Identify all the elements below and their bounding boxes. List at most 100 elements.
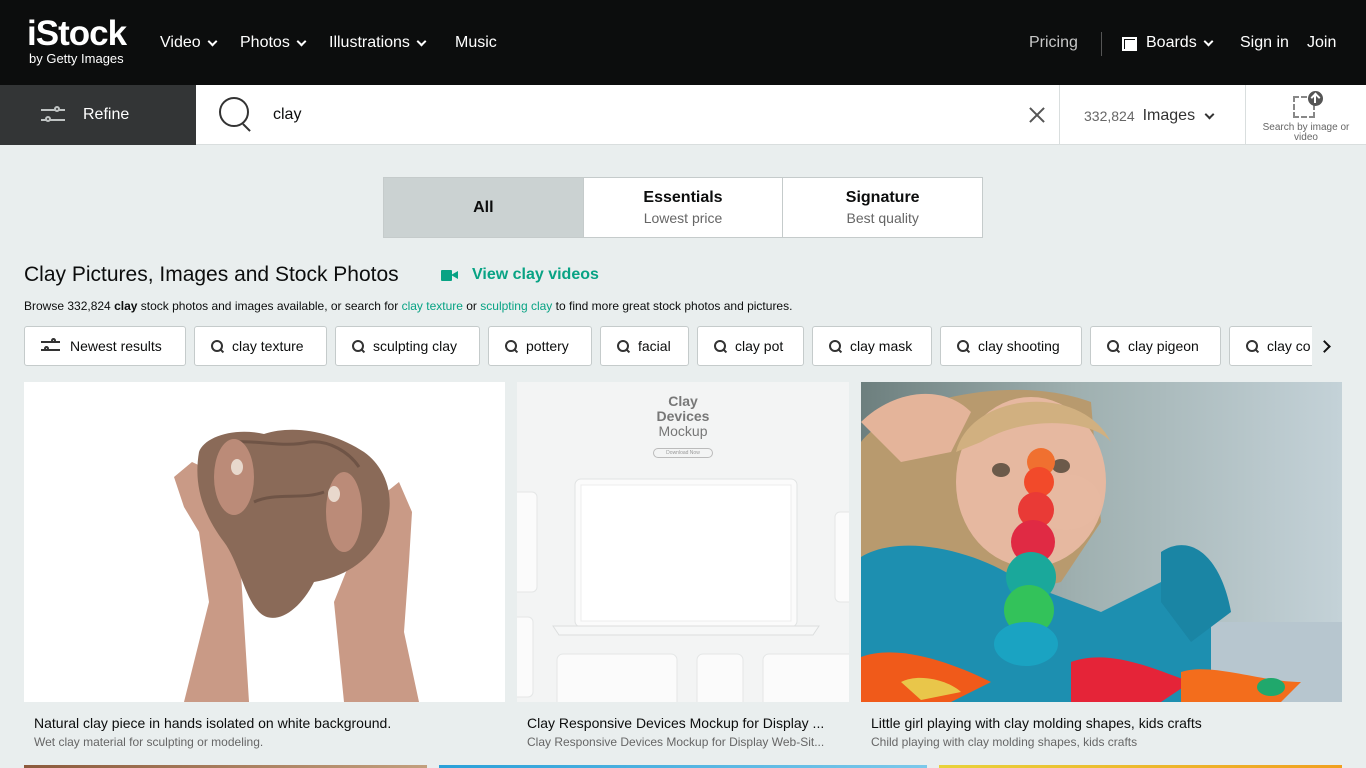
- browse-prefix: Browse 332,824: [24, 299, 115, 313]
- sort-newest-chip[interactable]: Newest results: [24, 326, 186, 366]
- media-type-label: Images: [1142, 107, 1196, 124]
- chevron-down-icon: [296, 36, 307, 46]
- search-by-image-button[interactable]: Search by image or video: [1252, 91, 1360, 143]
- search-icon: [352, 340, 364, 352]
- license-tabs: All Essentials Lowest price Signature Be…: [383, 177, 983, 238]
- result-title: Little girl playing with clay molding sh…: [871, 715, 1202, 731]
- boards-icon: [1122, 36, 1137, 51]
- chevron-right-icon[interactable]: [1318, 339, 1332, 353]
- result-card[interactable]: Natural clay piece in hands isolated on …: [24, 382, 505, 762]
- girl-playing-illustration: [861, 389, 1342, 702]
- sign-in-link[interactable]: Sign in: [1240, 34, 1289, 52]
- chip-clay-shooting[interactable]: clay shooting: [940, 326, 1082, 366]
- devices-illustration: [517, 478, 849, 702]
- tab-signature[interactable]: Signature Best quality: [783, 178, 982, 237]
- result-image-girl-playing[interactable]: [861, 382, 1342, 702]
- search-bar: Refine 332,824 Images Search by image or…: [0, 85, 1366, 145]
- nav-music[interactable]: Music: [455, 34, 497, 52]
- image-upload-icon: [1291, 91, 1323, 119]
- search-icon: [505, 340, 517, 352]
- tab-title: Signature: [845, 189, 920, 206]
- tab-essentials[interactable]: Essentials Lowest price: [584, 178, 784, 237]
- chip-clay-mask[interactable]: clay mask: [812, 326, 932, 366]
- chip-pottery[interactable]: pottery: [488, 326, 592, 366]
- browse-suffix: to find more great stock photos and pict…: [552, 299, 793, 313]
- tab-title: Essentials: [643, 189, 723, 206]
- result-subtitle: Child playing with clay molding shapes, …: [871, 735, 1138, 749]
- refine-button[interactable]: Refine: [0, 85, 196, 145]
- browse-keyword: clay: [114, 299, 138, 313]
- chip-sculpting-clay[interactable]: sculpting clay: [335, 326, 480, 366]
- chip-label: clay pot: [735, 338, 784, 354]
- result-image-devices-mockup[interactable]: Clay Devices Mockup Download Now: [517, 382, 849, 702]
- filter-icon: [41, 338, 60, 353]
- result-image-clay-hands[interactable]: [24, 382, 505, 702]
- result-subtitle: Wet clay material for sculpting or model…: [34, 735, 264, 749]
- search-icon: [1107, 340, 1119, 352]
- tab-all[interactable]: All: [384, 178, 584, 237]
- istock-logo[interactable]: iStock by Getty Images: [27, 14, 127, 66]
- nav-photos[interactable]: Photos: [240, 34, 307, 52]
- video-camera-icon: [441, 269, 458, 281]
- nav-illustrations-label: Illustrations: [329, 34, 410, 51]
- search-icon: [211, 340, 223, 352]
- nav-divider: [1101, 32, 1102, 56]
- nav-illustrations[interactable]: Illustrations: [329, 34, 427, 52]
- result-card[interactable]: Little girl playing with clay molding sh…: [861, 382, 1342, 762]
- join-link[interactable]: Join: [1307, 34, 1336, 52]
- chevron-down-icon: [416, 36, 427, 46]
- sculpting-clay-link[interactable]: sculpting clay: [480, 299, 552, 313]
- nav-pricing[interactable]: Pricing: [1029, 34, 1078, 52]
- chip-facial[interactable]: facial: [600, 326, 689, 366]
- chevron-down-icon: [1203, 36, 1214, 46]
- sliders-icon: [41, 106, 65, 124]
- search-icon: [617, 340, 629, 352]
- search-by-image-label: Search by image or video: [1262, 122, 1350, 143]
- tab-title: All: [473, 198, 494, 216]
- result-subtitle: Clay Responsive Devices Mockup for Displ…: [527, 735, 825, 749]
- chip-clay-pigeon[interactable]: clay pigeon: [1090, 326, 1221, 366]
- search-icon: [714, 340, 726, 352]
- top-navigation: iStock by Getty Images Video Photos Illu…: [0, 0, 1366, 85]
- chip-label: sculpting clay: [373, 338, 458, 354]
- chip-label: Newest results: [70, 338, 162, 354]
- nav-video[interactable]: Video: [160, 34, 218, 52]
- related-searches: Newest results clay texture sculpting cl…: [24, 326, 1312, 366]
- tab-subtitle: Lowest price: [643, 210, 723, 226]
- chip-label: clay pigeon: [1128, 338, 1199, 354]
- chip-clay-pot[interactable]: clay pot: [697, 326, 804, 366]
- clay-hands-illustration: [174, 429, 419, 702]
- browse-text: or: [462, 299, 481, 313]
- result-count: 332,824: [1084, 108, 1135, 124]
- refine-label: Refine: [83, 106, 130, 123]
- view-videos-link[interactable]: View clay videos: [441, 266, 599, 284]
- nav-boards[interactable]: Boards: [1122, 34, 1214, 52]
- divider: [1059, 85, 1060, 145]
- logo-wordmark: iStock: [27, 14, 127, 53]
- chip-label: clay mask: [850, 338, 913, 354]
- search-icon: [1246, 340, 1258, 352]
- clear-search-icon[interactable]: [1028, 106, 1046, 124]
- nav-video-label: Video: [160, 34, 201, 51]
- nav-music-label: Music: [455, 34, 497, 51]
- chip-label: clay shooting: [978, 338, 1060, 354]
- result-card[interactable]: Clay Devices Mockup Download Now Clay Re…: [517, 382, 849, 762]
- divider: [1245, 85, 1246, 145]
- media-type-select[interactable]: 332,824 Images: [1084, 107, 1215, 125]
- tab-subtitle: Best quality: [846, 210, 919, 226]
- logo-tagline: by Getty Images: [29, 51, 124, 66]
- chip-label: facial: [638, 338, 671, 354]
- clay-texture-link[interactable]: clay texture: [402, 299, 463, 313]
- view-videos-label: View clay videos: [472, 266, 599, 283]
- search-icon: [957, 340, 969, 352]
- chip-clay-texture[interactable]: clay texture: [194, 326, 327, 366]
- search-icon: [829, 340, 841, 352]
- result-title: Natural clay piece in hands isolated on …: [34, 715, 392, 731]
- page-title: Clay Pictures, Images and Stock Photos: [24, 263, 399, 286]
- chip-clay-co[interactable]: clay co: [1229, 326, 1312, 366]
- result-title: Clay Responsive Devices Mockup for Displ…: [527, 715, 825, 731]
- search-input[interactable]: [273, 99, 973, 131]
- chevron-down-icon: [207, 36, 218, 46]
- chip-label: clay co: [1267, 338, 1311, 354]
- search-icon[interactable]: [219, 97, 251, 129]
